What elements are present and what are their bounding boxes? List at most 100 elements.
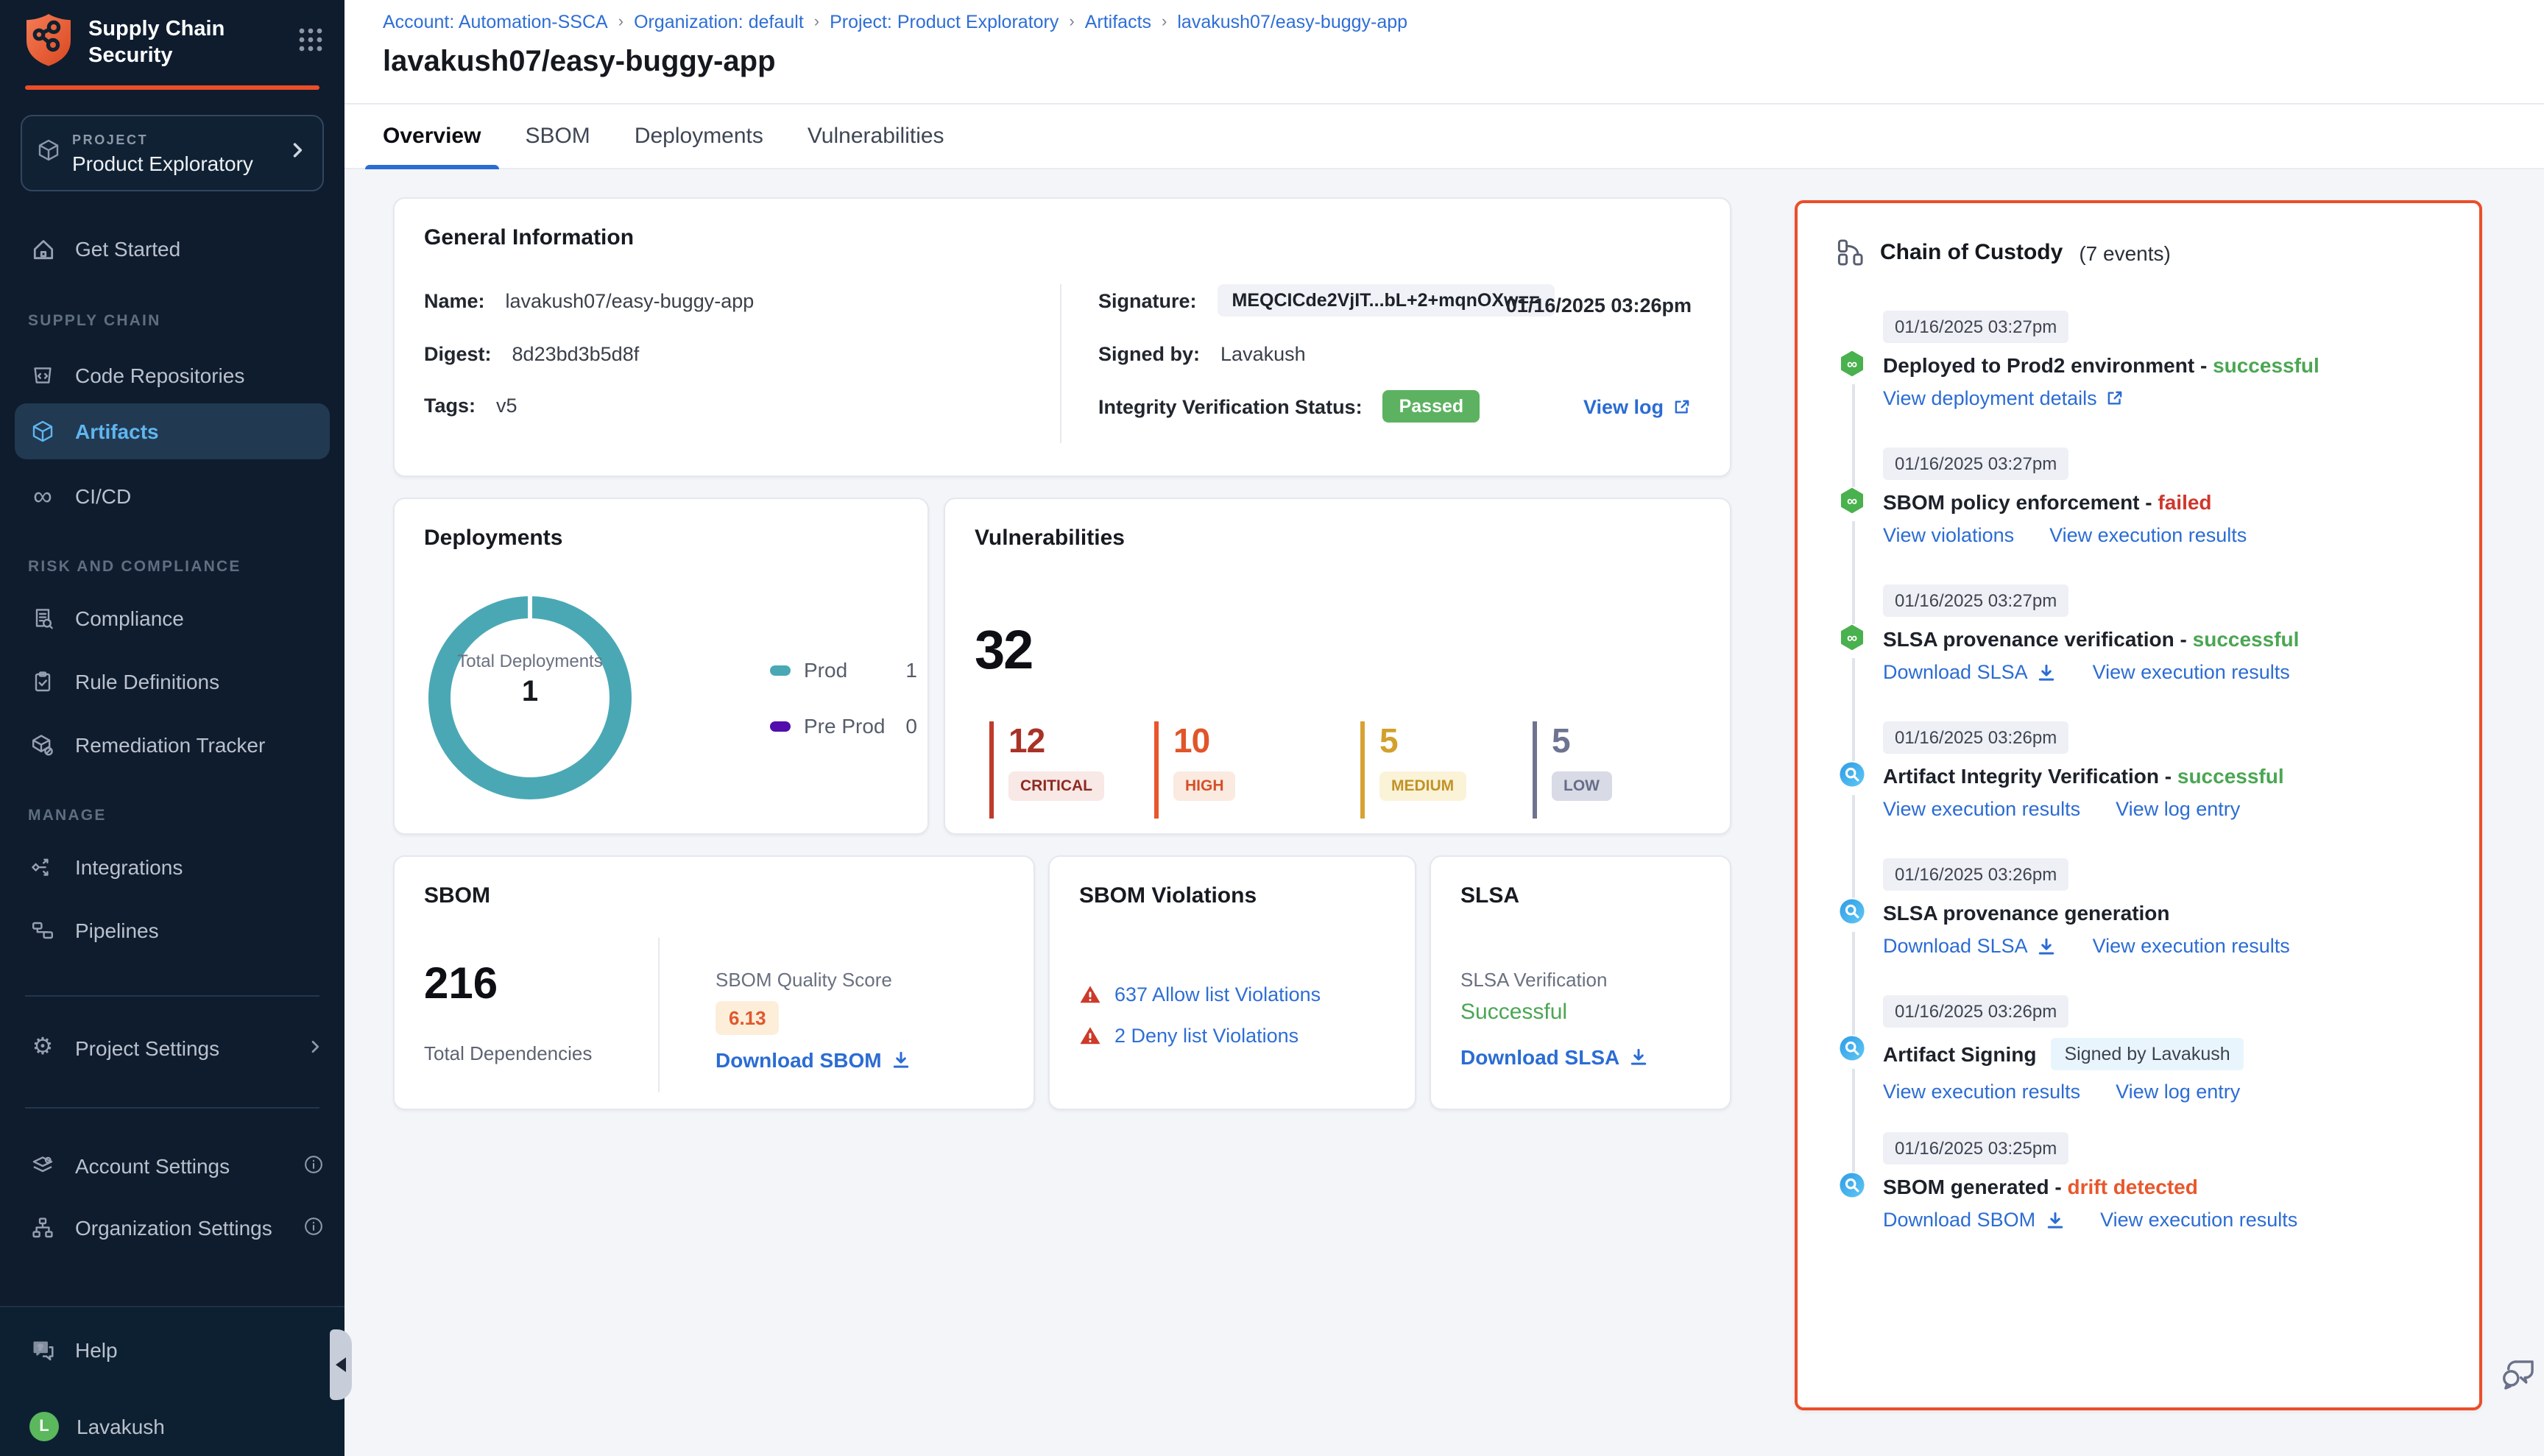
project-selector[interactable]: PROJECT Product Exploratory bbox=[21, 115, 324, 191]
deny-list-violations-link[interactable]: 2 Deny list Violations bbox=[1114, 1025, 1298, 1047]
sbom-total-label: Total Dependencies bbox=[424, 1042, 592, 1064]
help-chat-icon: ? bbox=[28, 1337, 57, 1363]
event-status: successful bbox=[2193, 627, 2300, 651]
slsa-verification-status: Successful bbox=[1460, 1000, 1567, 1025]
tab-bar: Overview SBOM Deployments Vulnerabilitie… bbox=[344, 105, 2544, 169]
event-link[interactable]: View log entry bbox=[2116, 798, 2240, 820]
home-icon bbox=[28, 236, 57, 261]
sidebar-item-integrations[interactable]: Integrations bbox=[0, 839, 344, 895]
sidebar-item-compliance[interactable]: Compliance bbox=[0, 590, 344, 646]
clipboard-check-icon bbox=[28, 670, 57, 693]
tags-value: v5 bbox=[496, 395, 517, 417]
breadcrumb-link-organization[interactable]: Organization: default bbox=[634, 12, 804, 32]
external-link-icon bbox=[1672, 397, 1692, 417]
event-link[interactable]: Download SLSA bbox=[1883, 935, 2057, 957]
sidebar-item-code-repositories[interactable]: Code Repositories bbox=[0, 347, 344, 403]
donut-center-value: 1 bbox=[451, 676, 610, 710]
module-grid-icon[interactable] bbox=[297, 26, 324, 60]
legend-label: Pre Prod bbox=[804, 714, 886, 738]
download-sbom-label: Download SBOM bbox=[716, 1048, 882, 1072]
sidebar-item-help[interactable]: ? Help bbox=[0, 1322, 344, 1378]
sbom-violations-card: SBOM Violations 637 Allow list Violation… bbox=[1048, 855, 1416, 1110]
event-link[interactable]: View violations bbox=[1883, 524, 2014, 546]
breadcrumb-link-artifact-name[interactable]: lavakush07/easy-buggy-app bbox=[1177, 12, 1407, 32]
severity-badge: LOW bbox=[1552, 771, 1611, 801]
scs-scan-icon bbox=[1839, 761, 1865, 788]
view-log-link[interactable]: View log bbox=[1583, 396, 1692, 418]
warning-icon bbox=[1079, 1025, 1101, 1047]
event-link[interactable]: Download SBOM bbox=[1883, 1209, 2065, 1231]
column-divider bbox=[658, 938, 660, 1092]
event-title: SBOM policy enforcement - failed bbox=[1883, 490, 2479, 514]
sidebar-item-remediation-tracker[interactable]: Remediation Tracker bbox=[0, 717, 344, 773]
tab-deployments[interactable]: Deployments bbox=[635, 105, 763, 168]
tab-sbom[interactable]: SBOM bbox=[525, 105, 590, 168]
sidebar-item-artifacts[interactable]: Artifacts bbox=[15, 403, 330, 459]
breadcrumb: Account: Automation-SSCA › Organization:… bbox=[383, 12, 2544, 32]
app-root: Supply Chain Security PROJECT Product Ex… bbox=[0, 0, 2544, 1456]
chain-of-custody-title: Chain of Custody bbox=[1880, 240, 2063, 265]
allow-list-violations-link[interactable]: 637 Allow list Violations bbox=[1114, 983, 1321, 1006]
event-timestamp: 01/16/2025 03:26pm bbox=[1883, 995, 2068, 1028]
status-badge-passed: Passed bbox=[1383, 390, 1480, 423]
custody-event: 01/16/2025 03:26pmSLSA provenance genera… bbox=[1798, 858, 2479, 995]
sbom-card: SBOM 216 Total Dependencies SBOM Quality… bbox=[393, 855, 1035, 1110]
event-link[interactable]: View log entry bbox=[2116, 1081, 2240, 1103]
org-tree-icon bbox=[28, 1216, 57, 1240]
info-icon bbox=[303, 1153, 324, 1178]
legend-value: 0 bbox=[905, 714, 917, 738]
chain-of-custody-icon bbox=[1836, 238, 1864, 266]
sidebar-user[interactable]: L Lavakush bbox=[0, 1399, 344, 1455]
event-title: SLSA provenance verification - successfu… bbox=[1883, 627, 2479, 651]
section-manage: MANAGE bbox=[28, 807, 107, 824]
user-name: Lavakush bbox=[77, 1415, 165, 1438]
sbom-quality-score: 6.13 bbox=[716, 1001, 780, 1035]
severity-medium: 5 MEDIUM bbox=[1360, 721, 1466, 819]
event-link[interactable]: View execution results bbox=[2093, 935, 2290, 957]
sidebar-collapse-handle[interactable] bbox=[330, 1329, 352, 1400]
download-slsa-link[interactable]: Download SLSA bbox=[1460, 1045, 1649, 1069]
event-link[interactable]: View deployment details bbox=[1883, 387, 2125, 409]
event-link[interactable]: View execution results bbox=[1883, 1081, 2080, 1103]
sidebar-item-cicd[interactable]: ∞ CI/CD bbox=[0, 468, 344, 524]
tags-label: Tags: bbox=[424, 395, 476, 417]
tab-overview[interactable]: Overview bbox=[383, 105, 481, 168]
chain-of-custody-header: Chain of Custody (7 events) bbox=[1798, 203, 2479, 266]
event-link[interactable]: View execution results bbox=[1883, 798, 2080, 820]
breadcrumb-link-account[interactable]: Account: Automation-SSCA bbox=[383, 12, 608, 32]
gear-icon: ⚙ bbox=[28, 1036, 57, 1060]
svg-text:∞: ∞ bbox=[1847, 630, 1857, 646]
signature-value[interactable]: MEQCICde2VjIT...bL+2+mqnOXw== bbox=[1218, 284, 1555, 317]
sidebar-item-rule-definitions[interactable]: Rule Definitions bbox=[0, 654, 344, 710]
layers-gear-icon bbox=[28, 1154, 57, 1178]
sidebar-item-get-started[interactable]: Get Started bbox=[0, 221, 344, 277]
breadcrumb-link-project[interactable]: Project: Product Exploratory bbox=[830, 12, 1059, 32]
cd-pipeline-icon: ∞ bbox=[1839, 624, 1865, 651]
event-timestamp: 01/16/2025 03:27pm bbox=[1883, 311, 2068, 343]
download-icon bbox=[2037, 662, 2057, 682]
sidebar-item-project-settings[interactable]: ⚙ Project Settings bbox=[0, 1020, 344, 1076]
event-link[interactable]: View execution results bbox=[2093, 661, 2290, 683]
deny-list-violations-row: 2 Deny list Violations bbox=[1079, 1025, 1298, 1047]
sidebar-item-organization-settings[interactable]: Organization Settings bbox=[0, 1200, 344, 1256]
card-title: SLSA bbox=[1460, 883, 1519, 908]
event-link[interactable]: View execution results bbox=[2049, 524, 2247, 546]
event-link[interactable]: Download SLSA bbox=[1883, 661, 2057, 683]
sidebar-item-label: Get Started bbox=[75, 237, 180, 261]
sidebar-item-pipelines[interactable]: Pipelines bbox=[0, 902, 344, 958]
deployments-donut-chart: Total Deployments 1 bbox=[428, 596, 632, 799]
tab-vulnerabilities[interactable]: Vulnerabilities bbox=[808, 105, 944, 168]
legend-swatch-prod bbox=[770, 665, 791, 675]
severity-badge: MEDIUM bbox=[1379, 771, 1466, 801]
event-link[interactable]: View execution results bbox=[2100, 1209, 2297, 1231]
event-links: Download SBOM View execution results bbox=[1883, 1209, 2479, 1231]
chat-widget-icon[interactable] bbox=[2500, 1354, 2540, 1402]
main-area: Account: Automation-SSCA › Organization:… bbox=[344, 0, 2544, 1456]
severity-count: 10 bbox=[1173, 721, 1236, 761]
download-sbom-link[interactable]: Download SBOM bbox=[716, 1048, 911, 1072]
integrity-status-label: Integrity Verification Status: bbox=[1098, 395, 1363, 417]
event-timestamp: 01/16/2025 03:26pm bbox=[1883, 721, 2068, 754]
sidebar-item-account-settings[interactable]: Account Settings bbox=[0, 1138, 344, 1194]
breadcrumb-link-artifacts[interactable]: Artifacts bbox=[1085, 12, 1151, 32]
severity-low: 5 LOW bbox=[1533, 721, 1611, 819]
